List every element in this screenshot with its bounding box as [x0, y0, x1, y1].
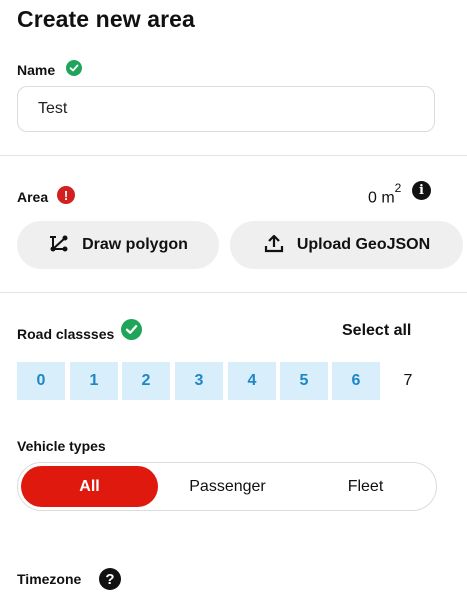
- check-circle-icon: [66, 60, 82, 76]
- name-input[interactable]: Test: [17, 86, 435, 132]
- timezone-label: Timezone: [17, 571, 82, 587]
- road-classes-label: Road classses: [17, 326, 115, 342]
- page-title: Create new area: [17, 6, 195, 32]
- road-class-2[interactable]: 2: [122, 362, 170, 400]
- draw-polygon-label: Draw polygon: [82, 236, 188, 253]
- area-size-exponent: 2: [394, 181, 402, 195]
- vehicle-type-all[interactable]: All: [21, 466, 158, 507]
- exclamation-icon: !: [57, 186, 75, 204]
- road-class-4[interactable]: 4: [228, 362, 276, 400]
- road-class-7[interactable]: 7: [384, 362, 432, 400]
- check-circle-icon: [121, 319, 142, 340]
- vehicle-type-fleet[interactable]: Fleet: [297, 466, 434, 507]
- upload-icon: [263, 232, 285, 259]
- area-label: Area: [17, 189, 49, 205]
- divider: [0, 292, 467, 293]
- info-icon[interactable]: i: [412, 181, 431, 200]
- area-size-value: 0 m2: [368, 181, 401, 207]
- draw-polygon-button[interactable]: Draw polygon: [17, 221, 219, 269]
- road-class-5[interactable]: 5: [280, 362, 328, 400]
- road-class-6[interactable]: 6: [332, 362, 380, 400]
- vehicle-types-segmented-control: All Passenger Fleet: [17, 462, 437, 511]
- vehicle-type-passenger[interactable]: Passenger: [159, 466, 296, 507]
- name-label: Name: [17, 62, 56, 78]
- road-class-3[interactable]: 3: [175, 362, 223, 400]
- road-class-0[interactable]: 0: [17, 362, 65, 400]
- road-class-1[interactable]: 1: [70, 362, 118, 400]
- upload-geojson-button[interactable]: Upload GeoJSON: [230, 221, 463, 269]
- upload-geojson-label: Upload GeoJSON: [296, 236, 431, 253]
- polygon-draw-icon: [48, 232, 70, 259]
- question-icon[interactable]: ?: [99, 568, 121, 590]
- select-all-button[interactable]: Select all: [342, 322, 411, 340]
- vehicle-types-label: Vehicle types: [17, 438, 106, 454]
- divider: [0, 155, 467, 156]
- area-size-number: 0 m: [368, 189, 395, 207]
